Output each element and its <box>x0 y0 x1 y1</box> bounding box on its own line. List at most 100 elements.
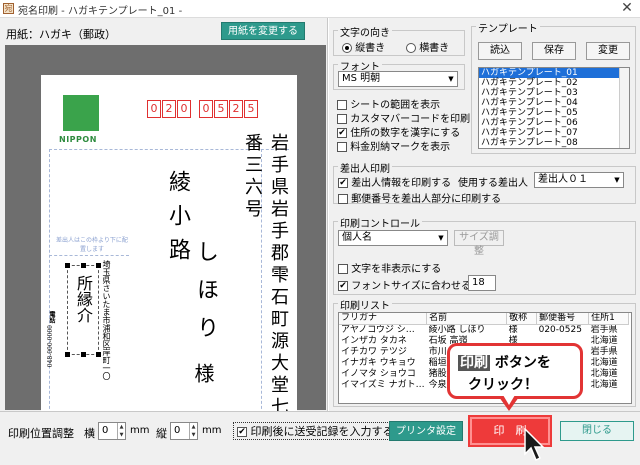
check-sender-zip[interactable]: 郵便番号を差出人部分に印刷する <box>338 190 501 205</box>
zip-digit: 0 <box>199 100 213 118</box>
radio-icon[interactable] <box>406 43 416 53</box>
list-item[interactable]: ハガキテンプレート_02 <box>479 78 629 88</box>
chevron-down-icon[interactable]: ▼ <box>611 173 623 187</box>
checkbox-checked-icon[interactable]: ✔ <box>237 427 247 437</box>
checkbox-icon[interactable] <box>337 100 347 110</box>
print-element-select[interactable]: 個人名 ▼ <box>338 230 448 246</box>
sender-print-group: 差出人印刷 ✔ 差出人情報を印刷する 使用する差出人 差出人０１ ▼ 郵便番号を… <box>333 160 636 205</box>
checkbox-icon[interactable] <box>338 194 348 204</box>
spin-arrows-icon[interactable]: ▲ ▼ <box>117 423 125 439</box>
checkbox-icon[interactable] <box>337 142 347 152</box>
font-size-value: 18 <box>472 277 485 288</box>
edit-template-button[interactable]: 変更 <box>586 42 630 60</box>
check-label: 料金別納マークを表示 <box>350 142 451 153</box>
col-header[interactable]: 名前 <box>426 313 508 325</box>
check-show-sheet[interactable]: シートの範囲を表示 <box>337 96 440 111</box>
zip-digit: 2 <box>229 100 243 118</box>
resize-handle[interactable] <box>96 263 101 268</box>
use-sender-label: 使用する差出人 <box>458 178 528 189</box>
honorific: 様 <box>191 363 215 383</box>
guide-line <box>49 255 129 256</box>
cell: 北海道 <box>590 357 618 368</box>
vertical-offset-stepper[interactable]: 0 ▲ ▼ <box>170 422 198 440</box>
col-header[interactable]: フリガナ <box>339 313 428 325</box>
resize-handle[interactable] <box>65 352 70 357</box>
recipient-zip-lower: 0 5 2 5 <box>199 100 258 118</box>
paper-label: 用紙：ハガキ（郵政） <box>6 28 116 41</box>
cell: インザカ タカネ <box>341 335 407 346</box>
check-hide-text[interactable]: 文字を非表示にする <box>338 260 441 275</box>
radio-vertical[interactable]: 縦書き <box>342 39 385 54</box>
sender-phone-label: 電話 <box>48 311 55 323</box>
load-template-button[interactable]: 読込 <box>478 42 522 60</box>
recipient-name-line2[interactable]: しほり <box>189 240 221 354</box>
cell: 綾小路 しほり <box>428 324 486 335</box>
sender-select[interactable]: 差出人０１ ▼ <box>534 172 624 188</box>
col-header[interactable]: 郵便番号 <box>536 313 590 325</box>
list-item[interactable]: ハガキテンプレート_08 <box>479 138 629 148</box>
resize-handle[interactable] <box>96 352 101 357</box>
sender-name[interactable]: 所縁介 <box>71 275 95 323</box>
printer-settings-button[interactable]: プリンタ設定 <box>389 421 463 441</box>
checkbox-checked-icon[interactable]: ✔ <box>338 281 348 291</box>
cell: イマイズミ ナガト… <box>341 379 425 390</box>
save-template-button[interactable]: 保存 <box>532 42 576 60</box>
instruction-callout: 印刷 ボタンを クリック！ <box>447 343 583 399</box>
checkbox-checked-icon[interactable]: ✔ <box>337 128 347 138</box>
preview-canvas: NIPPON 0 2 0 0 5 2 5 差出人はこの枠より下に配置します 岩手… <box>5 45 326 435</box>
cell: 北海道 <box>590 368 618 379</box>
checkbox-icon[interactable] <box>338 264 348 274</box>
size-adjust-button[interactable]: サイズ調整 <box>454 230 504 257</box>
check-record-log[interactable]: ✔ 印刷後に送受記録を入力する <box>233 422 398 440</box>
table-header: フリガナ 名前 敬称 郵便番号 住所1 <box>339 313 630 325</box>
chevron-down-icon[interactable]: ▼ <box>445 72 457 86</box>
vertical-label: 縦 <box>156 427 167 440</box>
radio-icon[interactable] <box>342 43 352 53</box>
check-kanji-numbers[interactable]: ✔ 住所の数字を漢字にする <box>337 124 460 139</box>
font-select[interactable]: MS 明朝 ▼ <box>338 71 458 87</box>
check-postage-mark[interactable]: 料金別納マークを表示 <box>337 138 450 153</box>
cell: イチカワ テツジ <box>341 346 407 357</box>
change-paper-button[interactable]: 用紙を変更する <box>221 22 305 40</box>
close-window-icon[interactable]: ✕ <box>618 0 636 17</box>
resize-handle[interactable] <box>81 263 86 268</box>
list-item[interactable]: ハガキテンプレート_06 <box>479 118 629 128</box>
cell: イナガキ ウキョウ <box>341 357 416 368</box>
horizontal-offset-stepper[interactable]: 0 ▲ ▼ <box>98 422 126 440</box>
list-item[interactable]: ハガキテンプレート_05 <box>479 108 629 118</box>
table-row[interactable]: アヤノコウジ シ… 綾小路 しほり 様 020-0525 岩手県 <box>339 324 629 335</box>
radio-horizontal[interactable]: 横書き <box>406 39 449 54</box>
checkbox-icon[interactable] <box>337 114 347 124</box>
list-item[interactable]: ハガキテンプレート_07 <box>479 128 629 138</box>
callout-text: ボタンを <box>490 355 551 371</box>
check-fit-font[interactable]: ✔ フォントサイズに合わせる <box>338 277 471 292</box>
zip-digit: 2 <box>162 100 176 118</box>
col-header[interactable]: 住所1 <box>588 313 630 325</box>
radio-label: 縦書き <box>355 43 386 54</box>
postcard-preview[interactable]: NIPPON 0 2 0 0 5 2 5 差出人はこの枠より下に配置します 岩手… <box>41 75 297 435</box>
spin-arrows-icon[interactable]: ▲ ▼ <box>189 423 197 439</box>
close-button[interactable]: 閉じる <box>560 421 634 441</box>
list-item[interactable]: ハガキテンプレート_03 <box>479 88 629 98</box>
print-element-value: 個人名 <box>342 232 372 243</box>
recipient-address[interactable]: 岩手県岩手郡雫石町源大堂七番三六号 <box>239 133 291 435</box>
cell: 岩手県 <box>590 324 618 335</box>
app-icon: 宛 <box>3 3 14 14</box>
template-list[interactable]: ハガキテンプレート_01 ハガキテンプレート_02 ハガキテンプレート_03 ハ… <box>478 67 630 149</box>
cell: 様 <box>508 324 518 335</box>
list-item[interactable]: ハガキテンプレート_04 <box>479 98 629 108</box>
col-header[interactable]: 敬称 <box>506 313 538 325</box>
chevron-down-icon[interactable]: ▼ <box>435 231 447 245</box>
check-print-sender[interactable]: ✔ 差出人情報を印刷する <box>338 174 451 189</box>
template-scrollbar[interactable] <box>619 68 629 148</box>
font-group: フォント MS 明朝 ▼ <box>333 58 465 90</box>
title-bar: 宛 宛名印刷 - ハガキテンプレート_01 - ✕ <box>0 0 640 18</box>
checkbox-checked-icon[interactable]: ✔ <box>338 178 348 188</box>
list-item[interactable]: ハガキテンプレート_01 <box>479 68 629 78</box>
resize-handle[interactable] <box>65 263 70 268</box>
font-size-stepper[interactable]: 18 <box>468 275 496 291</box>
text-direction-group: 文字の向き 縦書き 横書き <box>333 24 465 56</box>
resize-handle[interactable] <box>81 352 86 357</box>
check-barcode[interactable]: カスタマバーコードを印刷 <box>337 110 470 125</box>
sender-address[interactable]: 埼玉県さいたま市浦和区岸町一〇 <box>101 260 112 380</box>
